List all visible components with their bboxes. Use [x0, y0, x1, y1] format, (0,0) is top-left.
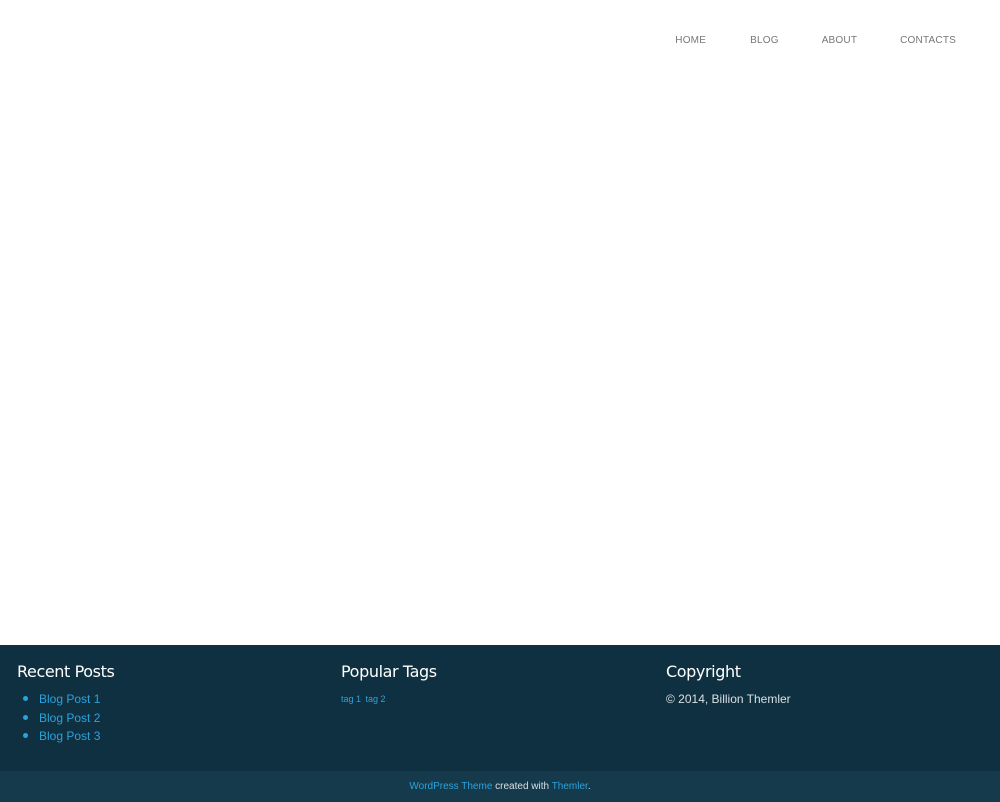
themler-link[interactable]: Themler — [552, 781, 588, 792]
recent-post-link-2[interactable]: Blog Post 2 — [39, 711, 100, 725]
recent-posts-widget: Recent Posts Blog Post 1 Blog Post 2 Blo… — [17, 662, 327, 746]
tag-link-1[interactable]: tag 1 — [341, 694, 361, 704]
main-content — [0, 82, 1000, 645]
recent-post-link-1[interactable]: Blog Post 1 — [39, 692, 100, 706]
recent-posts-list: Blog Post 1 Blog Post 2 Blog Post 3 — [17, 690, 327, 746]
nav-blog-link[interactable]: BLOG — [750, 34, 779, 48]
page: HOME BLOG ABOUT CONTACTS Recent Posts Bl… — [0, 0, 1000, 802]
nav-contacts-link[interactable]: CONTACTS — [900, 34, 956, 48]
nav-about-link[interactable]: ABOUT — [822, 34, 857, 48]
popular-tags-title: Popular Tags — [341, 662, 437, 681]
copyright-text: © 2014, Billion Themler — [666, 692, 791, 706]
site-header: HOME BLOG ABOUT CONTACTS — [0, 0, 1000, 82]
list-item: Blog Post 3 — [23, 727, 327, 746]
popular-tags-widget: Popular Tags tag 1 tag 2 — [341, 662, 651, 706]
bullet-icon — [23, 733, 28, 738]
list-item: Blog Post 2 — [23, 709, 327, 728]
tag-link-2[interactable]: tag 2 — [366, 694, 386, 704]
footer-widgets: Recent Posts Blog Post 1 Blog Post 2 Blo… — [0, 645, 1000, 771]
nav-home-link[interactable]: HOME — [675, 34, 706, 48]
tag-cloud: tag 1 tag 2 — [341, 690, 651, 706]
wordpress-theme-link[interactable]: WordPress Theme — [409, 781, 492, 792]
copyright-title: Copyright — [666, 662, 741, 681]
list-item: Blog Post 1 — [23, 690, 327, 709]
copyright-widget: Copyright © 2014, Billion Themler — [666, 662, 976, 707]
credits-period: . — [587, 781, 591, 792]
recent-post-link-3[interactable]: Blog Post 3 — [39, 729, 100, 743]
recent-posts-title: Recent Posts — [17, 662, 115, 681]
credits-text: created with — [492, 781, 552, 792]
bottom-credits-bar: WordPress Theme created with Themler. — [0, 771, 1000, 802]
bullet-icon — [23, 714, 28, 720]
main-navigation: HOME BLOG ABOUT CONTACTS — [675, 34, 956, 48]
bullet-icon — [23, 696, 28, 701]
